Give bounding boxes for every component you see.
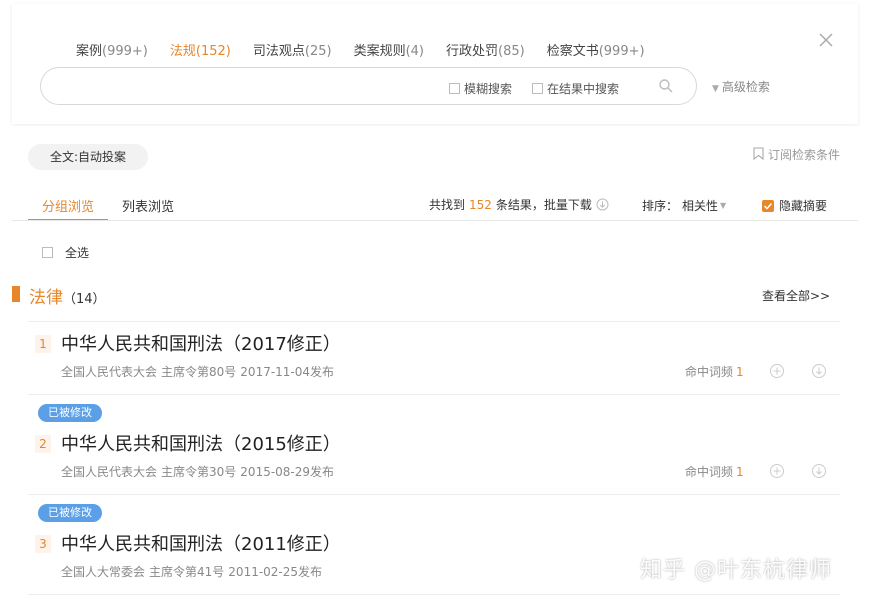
batch-download-link[interactable]: 条结果，批量下载	[496, 196, 592, 213]
item-doc-no: 主席令第80号	[161, 365, 237, 379]
hide-summary-label: 隐藏摘要	[779, 199, 828, 213]
view-all-link[interactable]: 查看全部>>	[762, 287, 830, 304]
filter-pill[interactable]: 全文:自动投案	[28, 144, 149, 170]
tab-label: 检察文书	[546, 44, 599, 59]
triangle-down-icon: ▼	[720, 201, 727, 210]
category-title: 法律（14）	[29, 283, 106, 308]
item-hits: 命中词频 1	[685, 363, 744, 380]
item-title[interactable]: 中华人民共和国刑法（2011修正）	[61, 530, 341, 556]
tab-count: (999+)	[598, 44, 645, 59]
item-date: 2015-08-29发布	[240, 465, 335, 479]
close-icon[interactable]	[818, 32, 834, 48]
item-date: 2011-02-25发布	[228, 565, 323, 579]
item-meta: 全国人民代表大会 主席令第30号 2015-08-29发布	[61, 463, 338, 480]
category-marker	[12, 286, 20, 302]
item-title[interactable]: 中华人民共和国刑法（2015修正）	[61, 430, 341, 456]
add-icon[interactable]	[769, 463, 785, 479]
item-doc-no: 主席令第30号	[161, 465, 237, 479]
bookmark-icon	[753, 146, 764, 163]
search-icon[interactable]	[658, 78, 674, 94]
item-meta: 全国人民代表大会 主席令第80号 2017-11-04发布	[61, 363, 338, 380]
item-issuer: 全国人民代表大会	[61, 465, 158, 479]
select-all-checkbox[interactable]: 全选	[42, 244, 89, 261]
tab-label: 法规	[169, 44, 196, 59]
result-prefix: 共找到	[429, 198, 466, 212]
add-icon[interactable]	[769, 363, 785, 379]
item-meta: 全国人大常委会 主席令第41号 2011-02-25发布	[61, 563, 326, 580]
hits-count: 1	[736, 365, 744, 379]
fuzzy-search-label: 模糊搜索	[464, 82, 513, 96]
download-icon[interactable]	[596, 198, 609, 211]
tab-count: (85)	[498, 44, 525, 59]
category-tabs: 案例(999+) 法规(152) 司法观点(25) 类案规则(4) 行政处罚(8…	[76, 40, 667, 70]
tab-label: 类案规则	[353, 44, 406, 59]
download-icon[interactable]	[811, 363, 827, 379]
search-within-label: 在结果中搜索	[547, 82, 620, 96]
view-tabs: 分组浏览 列表浏览	[27, 196, 202, 221]
status-badge: 已被修改	[38, 404, 102, 422]
fuzzy-search-checkbox[interactable]: 模糊搜索	[449, 80, 512, 97]
sort-dropdown[interactable]: 排序： 相关性 ▼	[642, 197, 726, 214]
item-index: 3	[35, 535, 51, 553]
hide-summary-checkbox[interactable]: 隐藏摘要	[762, 197, 827, 214]
tab-count: (25)	[304, 44, 332, 59]
result-summary: 共找到 152 条结果，批量下载	[429, 196, 609, 213]
tab-group-view[interactable]: 分组浏览	[27, 196, 109, 221]
item-title[interactable]: 中华人民共和国刑法（2017修正）	[61, 330, 341, 356]
divider	[12, 220, 858, 221]
tab-label: 案例	[76, 44, 103, 59]
watermark: 知乎 @叶东杭律师	[640, 558, 832, 583]
download-icon[interactable]	[811, 463, 827, 479]
select-all-label: 全选	[65, 246, 90, 260]
item-hits: 命中词频 1	[685, 463, 744, 480]
tab-case-rules[interactable]: 类案规则(4)	[354, 40, 424, 70]
result-count: 152	[469, 197, 492, 212]
search-input[interactable]	[59, 76, 439, 96]
hits-count: 1	[736, 465, 744, 479]
divider	[28, 594, 840, 595]
tab-admin-penalties[interactable]: 行政处罚(85)	[446, 40, 525, 70]
tab-count: (152)	[195, 44, 231, 59]
status-badge: 已被修改	[38, 504, 102, 522]
tab-count: (999+)	[102, 44, 148, 59]
checkbox-box	[449, 83, 460, 94]
list-item: 已被修改 2 中华人民共和国刑法（2015修正） 全国人民代表大会 主席令第30号…	[12, 395, 858, 495]
item-issuer: 全国人大常委会	[61, 565, 146, 579]
tab-label: 司法观点	[252, 44, 305, 59]
hits-label: 命中词频	[685, 365, 734, 379]
item-index: 2	[35, 435, 51, 453]
item-issuer: 全国人民代表大会	[61, 365, 158, 379]
category-name: 法律	[29, 288, 63, 308]
tab-procuratorate-docs[interactable]: 检察文书(999+)	[547, 40, 645, 70]
item-doc-no: 主席令第41号	[149, 565, 225, 579]
tab-regulations[interactable]: 法规(152)	[157, 40, 243, 70]
tab-judicial-views[interactable]: 司法观点(25)	[253, 40, 332, 70]
hits-label: 命中词频	[685, 465, 734, 479]
triangle-down-icon: ▼	[712, 84, 719, 94]
checkbox-box	[532, 83, 543, 94]
advanced-search-link[interactable]: ▼ 高级检索	[712, 78, 770, 95]
sort-value: 相关性	[682, 199, 719, 213]
category-count: （14）	[63, 292, 106, 307]
search-panel: 案例(999+) 法规(152) 司法观点(25) 类案规则(4) 行政处罚(8…	[12, 4, 858, 124]
checkbox-box	[42, 247, 53, 258]
item-index: 1	[35, 335, 51, 353]
item-date: 2017-11-04发布	[240, 365, 335, 379]
search-within-checkbox[interactable]: 在结果中搜索	[532, 80, 619, 97]
tab-cases[interactable]: 案例(999+)	[76, 40, 148, 70]
search-box: 模糊搜索 在结果中搜索	[40, 67, 697, 105]
tab-count: (4)	[405, 44, 424, 59]
tab-label: 行政处罚	[446, 44, 499, 59]
advanced-search-label: 高级检索	[721, 80, 770, 94]
sort-label: 排序：	[642, 199, 679, 213]
subscribe-button[interactable]: 订阅检索条件	[753, 146, 840, 163]
checkbox-checked-icon	[762, 199, 774, 212]
subscribe-label: 订阅检索条件	[767, 148, 840, 162]
tab-list-view[interactable]: 列表浏览	[122, 196, 174, 220]
results-area: 全文:自动投案 订阅检索条件 分组浏览 列表浏览 共找到 152 条结果，批量下…	[12, 126, 858, 602]
